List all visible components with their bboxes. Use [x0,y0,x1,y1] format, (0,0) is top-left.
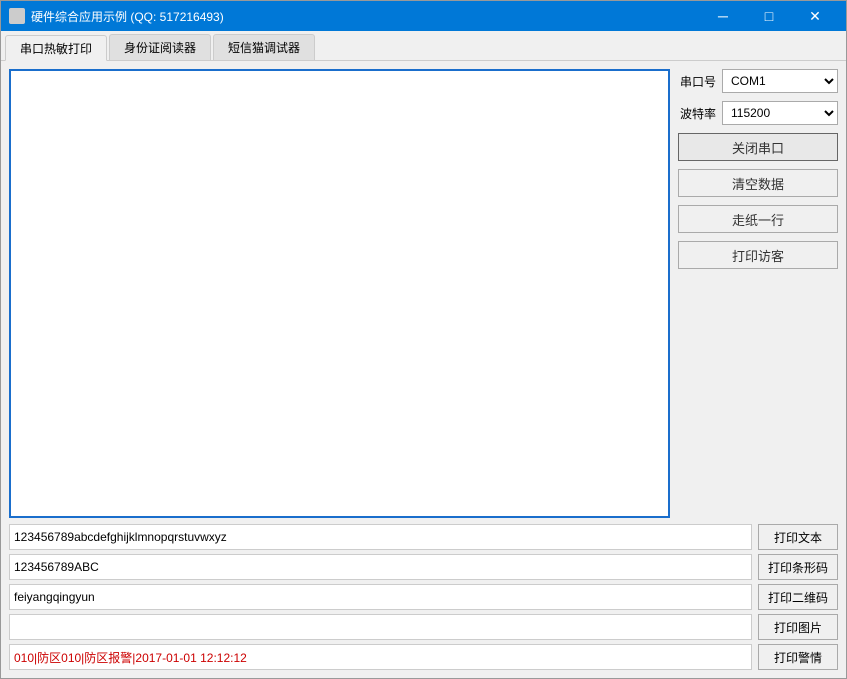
input-row-4: 打印警情 [9,644,838,670]
serial-monitor [9,69,670,518]
print-visitor-button[interactable]: 打印访客 [678,241,838,269]
window-title: 硬件综合应用示例 (QQ: 517216493) [31,8,700,25]
main-content: 串口号 COM1 COM2 COM3 COM4 波特率 9600 19200 3… [1,61,846,678]
print-barcode-button[interactable]: 打印条形码 [758,554,838,580]
input-row-3: 打印图片 [9,614,838,640]
baud-select[interactable]: 9600 19200 38400 57600 115200 [722,101,838,125]
input-row-1: 打印条形码 [9,554,838,580]
bottom-section: 打印文本 打印条形码 打印二维码 打印图片 打印警情 [9,524,838,670]
right-panel: 串口号 COM1 COM2 COM3 COM4 波特率 9600 19200 3… [678,69,838,518]
tab-serial-print[interactable]: 串口热敏打印 [5,35,107,61]
print-image-button[interactable]: 打印图片 [758,614,838,640]
close-button[interactable]: ✕ [792,1,838,31]
input-row-0: 打印文本 [9,524,838,550]
print-qrcode-button[interactable]: 打印二维码 [758,584,838,610]
text-input-0[interactable] [9,524,752,550]
text-input-1[interactable] [9,554,752,580]
input-row-2: 打印二维码 [9,584,838,610]
port-select[interactable]: COM1 COM2 COM3 COM4 [722,69,838,93]
text-input-4[interactable] [9,644,752,670]
port-label: 串口号 [678,73,716,90]
tab-id-reader[interactable]: 身份证阅读器 [109,34,211,60]
title-bar: 硬件综合应用示例 (QQ: 517216493) ─ □ ✕ [1,1,846,31]
top-section: 串口号 COM1 COM2 COM3 COM4 波特率 9600 19200 3… [9,69,838,518]
window-controls: ─ □ ✕ [700,1,838,31]
port-row: 串口号 COM1 COM2 COM3 COM4 [678,69,838,93]
text-input-3[interactable] [9,614,752,640]
maximize-button[interactable]: □ [746,1,792,31]
tab-sms-debugger[interactable]: 短信猫调试器 [213,34,315,60]
minimize-button[interactable]: ─ [700,1,746,31]
clear-data-button[interactable]: 清空数据 [678,169,838,197]
tabs-bar: 串口热敏打印 身份证阅读器 短信猫调试器 [1,31,846,61]
print-alert-button[interactable]: 打印警情 [758,644,838,670]
print-text-button[interactable]: 打印文本 [758,524,838,550]
app-icon [9,8,25,24]
baud-label: 波特率 [678,105,716,122]
baud-row: 波特率 9600 19200 38400 57600 115200 [678,101,838,125]
close-port-button[interactable]: 关闭串口 [678,133,838,161]
feed-line-button[interactable]: 走纸一行 [678,205,838,233]
text-input-2[interactable] [9,584,752,610]
app-window: 硬件综合应用示例 (QQ: 517216493) ─ □ ✕ 串口热敏打印 身份… [0,0,847,679]
